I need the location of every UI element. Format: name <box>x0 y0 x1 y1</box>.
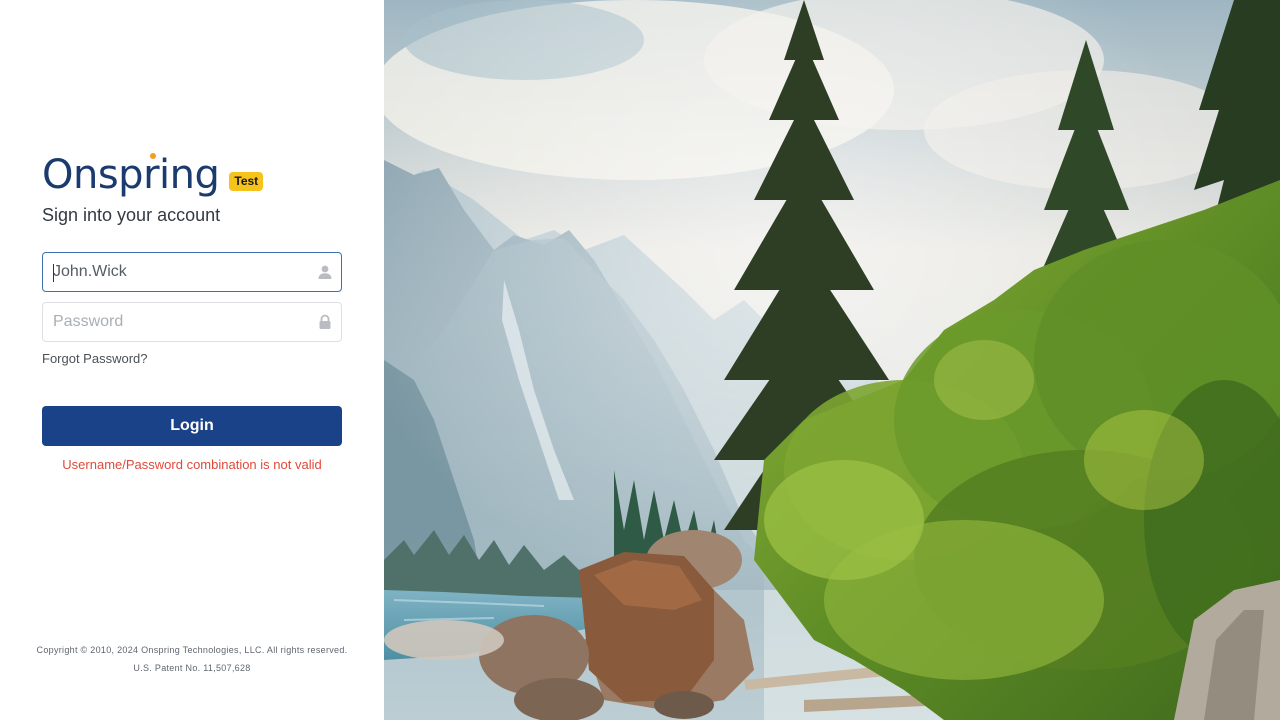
environment-badge: Test <box>229 172 264 191</box>
sign-in-heading: Sign into your account <box>42 205 221 225</box>
logo-wordmark: Onspring <box>42 152 220 198</box>
login-button[interactable]: Login <box>42 406 342 446</box>
copyright-text: Copyright © 2010, 2024 Onspring Technolo… <box>36 645 348 655</box>
background-landscape-image <box>384 0 1280 720</box>
user-icon <box>318 265 332 279</box>
login-panel: Onspring Test Sign into your account For… <box>0 0 384 720</box>
password-field-wrapper <box>42 302 342 342</box>
patent-text: U.S. Patent No. 11,507,628 <box>133 663 251 673</box>
password-input[interactable] <box>43 303 341 341</box>
forgot-password-link[interactable]: Forgot Password? <box>42 351 148 366</box>
lock-icon <box>319 314 331 329</box>
username-field-wrapper <box>42 252 342 292</box>
username-input[interactable] <box>43 253 341 291</box>
footer: Copyright © 2010, 2024 Onspring Technolo… <box>0 641 384 677</box>
login-error-message: Username/Password combination is not val… <box>62 457 322 472</box>
brand-logo: Onspring Test <box>42 152 264 198</box>
text-caret <box>53 264 54 282</box>
logo-accent-dot <box>150 153 156 159</box>
